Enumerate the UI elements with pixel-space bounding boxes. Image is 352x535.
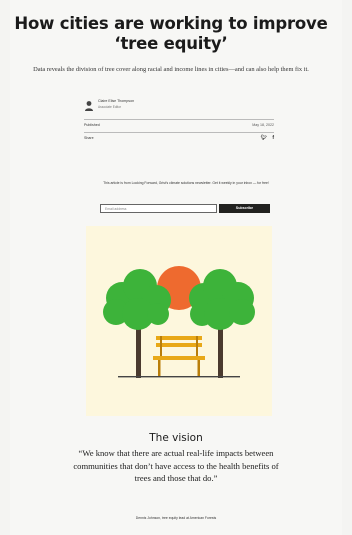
facebook-icon[interactable]: f — [272, 135, 274, 141]
published-date: May 18, 2022 — [252, 123, 274, 127]
email-input[interactable]: Email address — [100, 204, 217, 213]
published-label: Published — [84, 123, 100, 127]
subscribe-button[interactable]: Subscribe — [219, 204, 270, 213]
share-row: Share 🐦︎ f — [84, 135, 274, 143]
divider — [84, 119, 274, 120]
share-label: Share — [84, 136, 94, 140]
author-role: Associate Editor — [98, 105, 122, 109]
ground-line — [118, 376, 240, 378]
person-icon — [85, 101, 93, 111]
divider — [84, 132, 274, 133]
quote-attribution: Dennis Johnson, tree equity lead at Amer… — [135, 516, 217, 520]
trees-bench-illustration — [86, 226, 272, 416]
section-heading: The vision — [149, 432, 203, 444]
article-title: How cities are working to improve ‘tree … — [14, 14, 328, 53]
pull-quote: “We know that there are actual real-life… — [73, 448, 279, 484]
article-dek: Data reveals the division of tree cover … — [33, 66, 309, 73]
author-name[interactable]: Claire Elise Thompson — [98, 99, 134, 103]
byline: Claire Elise Thompson Associate Editor — [84, 99, 274, 115]
twitter-icon[interactable]: 🐦︎ — [261, 135, 267, 141]
newsletter-blurb: This article is from Looking Forward, Gr… — [103, 181, 269, 185]
published-row: Published May 18, 2022 — [84, 122, 274, 130]
